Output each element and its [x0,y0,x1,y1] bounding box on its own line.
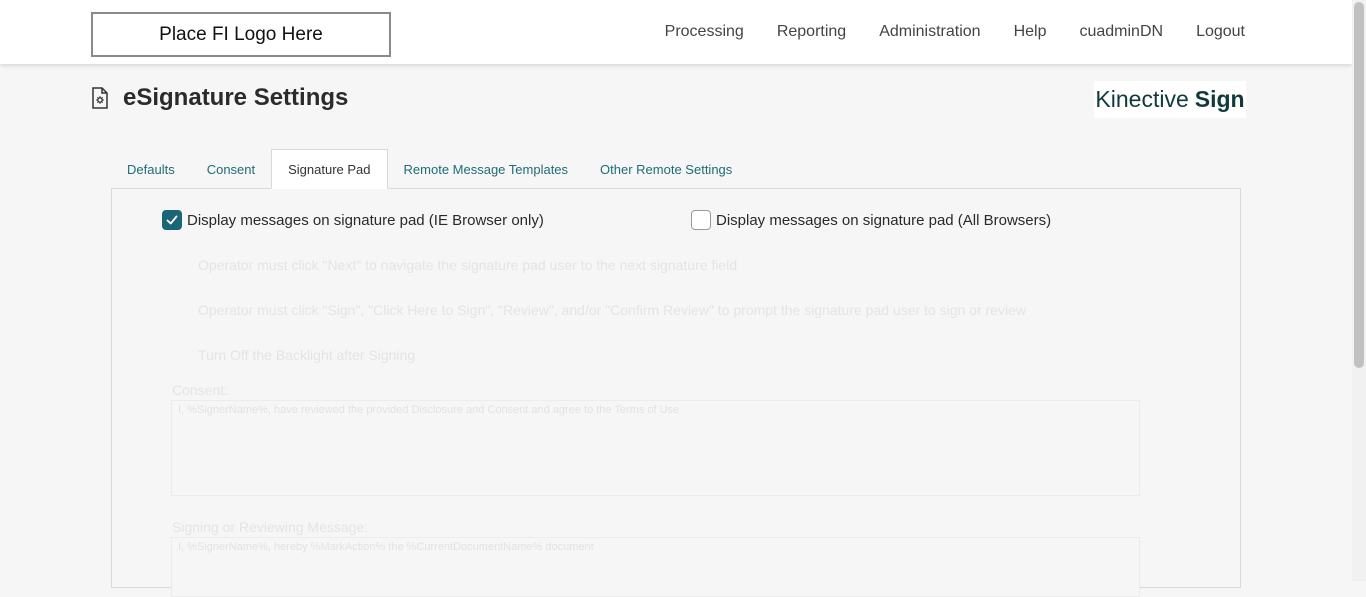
option-click-sign: Operator must click "Sign", "Click Here … [198,302,1026,318]
signature-pad-panel: Display messages on signature pad (IE Br… [111,188,1241,597]
tab-defaults[interactable]: Defaults [111,149,191,189]
all-browsers-option: Display messages on signature pad (All B… [691,210,1051,230]
brand-bold: Sign [1194,86,1245,112]
nav-logout[interactable]: Logout [1196,23,1245,41]
nav-help[interactable]: Help [1014,23,1047,41]
signing-message-textarea: I, %SignerName%, hereby %MarkAction% the… [171,537,1140,597]
logo-text: Place FI Logo Here [159,23,323,45]
signing-message-label: Signing or Reviewing Message: [172,519,369,535]
all-browsers-label: Display messages on signature pad (All B… [716,211,1052,229]
nav-administration[interactable]: Administration [879,23,980,41]
ie-only-label: Display messages on signature pad (IE Br… [187,211,544,229]
signing-message-text: I, %SignerName%, hereby %MarkAction% the… [178,541,594,553]
logo-placeholder[interactable]: Place FI Logo Here [91,12,391,57]
nav-processing[interactable]: Processing [665,23,744,41]
checkmark-icon [166,215,178,225]
tab-remote-message-templates[interactable]: Remote Message Templates [388,149,585,189]
settings-document-icon [92,87,108,109]
consent-text: I, %SignerName%, have reviewed the provi… [178,404,680,416]
all-browsers-checkbox[interactable] [691,210,711,230]
option-backlight-off: Turn Off the Backlight after Signing [198,347,416,363]
consent-textarea: I, %SignerName%, have reviewed the provi… [171,400,1140,496]
ie-only-option: Display messages on signature pad (IE Br… [162,210,544,230]
tab-signature-pad[interactable]: Signature Pad [271,149,388,189]
option-click-next: Operator must click "Next" to navigate t… [198,257,738,273]
tab-other-remote-settings[interactable]: Other Remote Settings [584,149,748,189]
top-navigation-bar: Place FI Logo Here Processing Reporting … [0,0,1352,64]
nav-reporting[interactable]: Reporting [777,23,846,41]
nav-user[interactable]: cuadminDN [1079,23,1163,41]
page-scrollbar[interactable] [1352,0,1366,581]
settings-tabs: Defaults Consent Signature Pad Remote Me… [111,149,748,189]
scrollbar-thumb[interactable] [1354,2,1364,368]
page-heading: eSignature Settings [91,84,348,112]
kinective-sign-logo: Kinective Sign [1094,81,1246,118]
consent-label: Consent: [172,382,229,398]
ie-only-checkbox[interactable] [162,210,182,230]
tab-consent[interactable]: Consent [191,149,271,189]
page-title: eSignature Settings [123,84,349,111]
brand-light: Kinective [1095,86,1189,112]
main-nav: Processing Reporting Administration Help… [632,0,1245,64]
